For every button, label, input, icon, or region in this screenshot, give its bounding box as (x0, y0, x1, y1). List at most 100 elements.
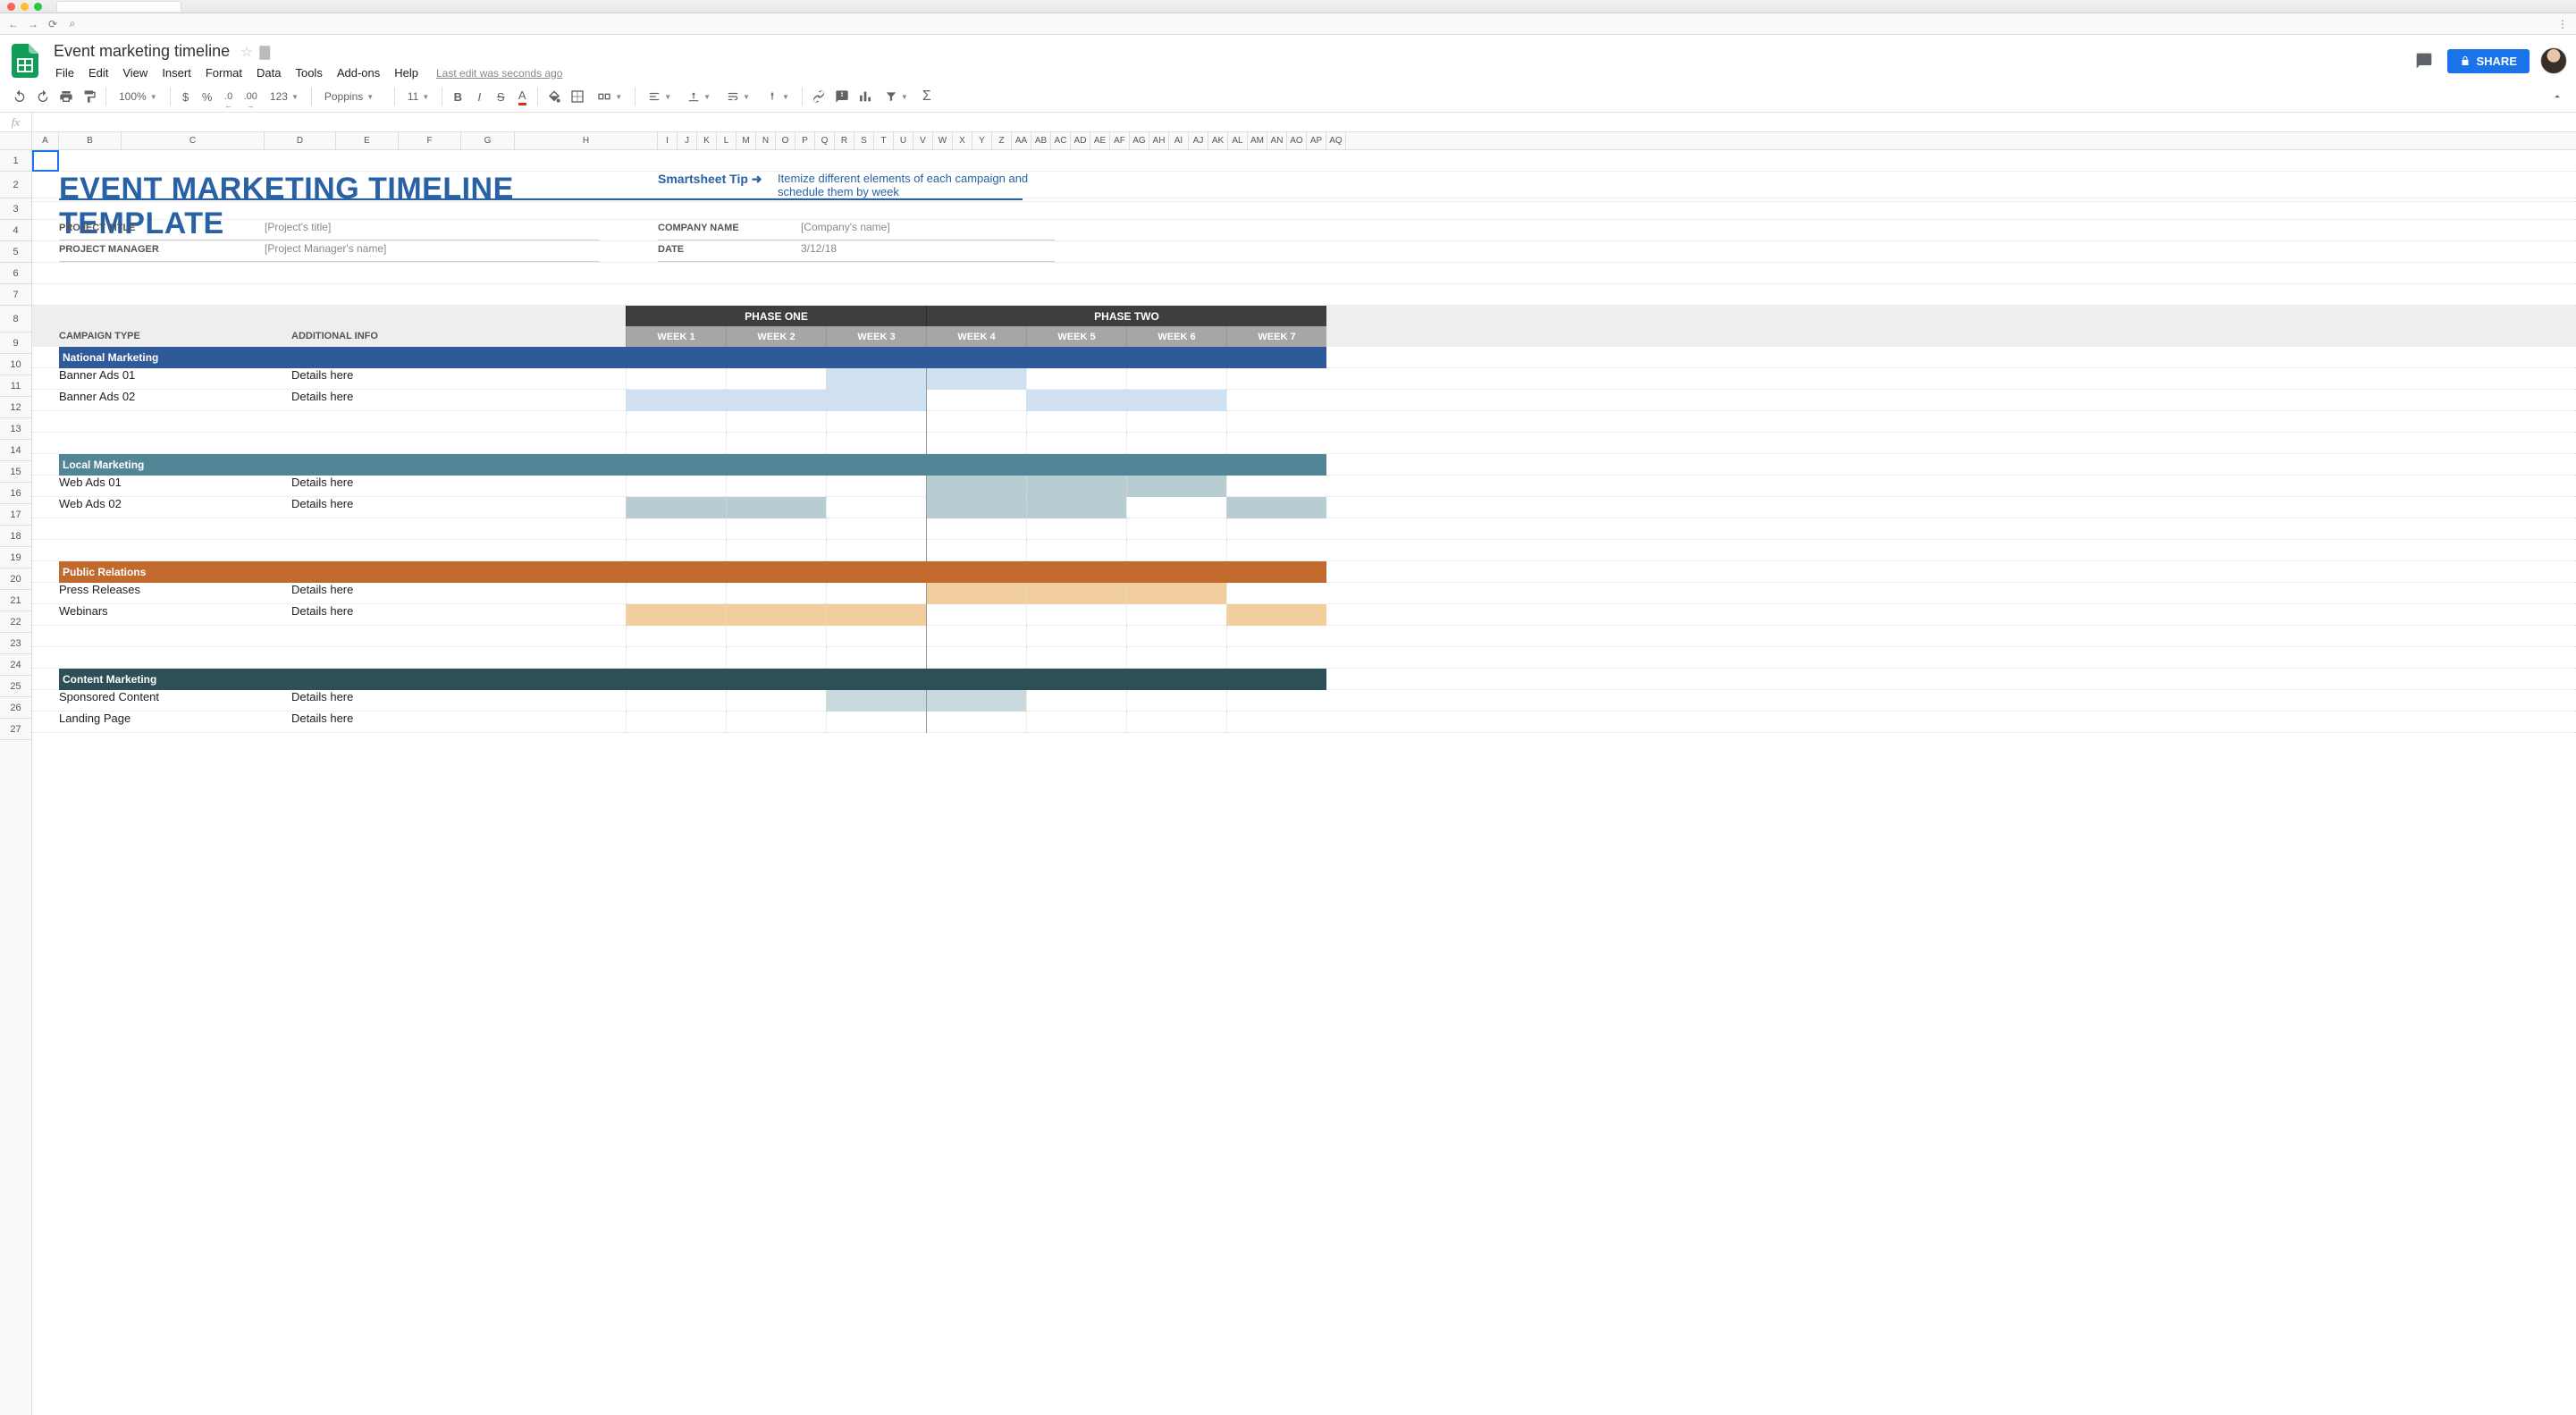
formula-input[interactable] (32, 113, 2576, 131)
window-zoom-icon[interactable] (34, 3, 42, 11)
column-header-V[interactable]: V (913, 132, 933, 149)
italic-icon[interactable]: I (469, 85, 489, 108)
paint-format-icon[interactable] (79, 85, 100, 108)
column-header-AK[interactable]: AK (1208, 132, 1228, 149)
column-header-AB[interactable]: AB (1031, 132, 1051, 149)
column-header-AH[interactable]: AH (1149, 132, 1169, 149)
column-header-N[interactable]: N (756, 132, 776, 149)
decrease-decimal-icon[interactable]: .0← (219, 85, 239, 108)
font-dropdown[interactable]: Poppins▼ (317, 85, 389, 108)
last-edit-link[interactable]: Last edit was seconds ago (436, 67, 562, 80)
row-header-21[interactable]: 21 (0, 590, 31, 611)
row-header-17[interactable]: 17 (0, 504, 31, 526)
row-header-9[interactable]: 9 (0, 333, 31, 354)
insert-link-icon[interactable] (808, 85, 829, 108)
window-close-icon[interactable] (7, 3, 15, 11)
menu-tools[interactable]: Tools (290, 64, 327, 81)
increase-decimal-icon[interactable]: .00→ (240, 85, 261, 108)
row-header-23[interactable]: 23 (0, 633, 31, 654)
column-header-E[interactable]: E (336, 132, 399, 149)
browser-tab[interactable] (56, 1, 181, 12)
column-header-C[interactable]: C (122, 132, 265, 149)
column-header-AF[interactable]: AF (1110, 132, 1130, 149)
column-header-F[interactable]: F (399, 132, 461, 149)
column-header-AM[interactable]: AM (1248, 132, 1267, 149)
bold-icon[interactable]: B (448, 85, 467, 108)
avatar[interactable] (2540, 47, 2567, 74)
sheet-body[interactable]: EVENT MARKETING TIMELINE TEMPLATESmartsh… (32, 150, 2576, 1415)
column-header-T[interactable]: T (874, 132, 894, 149)
document-title[interactable]: Event marketing timeline (50, 40, 233, 63)
row-header-10[interactable]: 10 (0, 354, 31, 375)
menu-file[interactable]: File (50, 64, 80, 81)
insert-chart-icon[interactable] (854, 85, 876, 108)
comments-icon[interactable] (2412, 48, 2437, 73)
browser-menu-icon[interactable]: ⋮ (2556, 18, 2569, 30)
column-header-X[interactable]: X (953, 132, 972, 149)
row-header-19[interactable]: 19 (0, 547, 31, 569)
folder-icon[interactable]: ▇ (260, 44, 271, 60)
column-header-AN[interactable]: AN (1267, 132, 1287, 149)
column-header-W[interactable]: W (933, 132, 953, 149)
column-header-AP[interactable]: AP (1307, 132, 1326, 149)
column-header-I[interactable]: I (658, 132, 678, 149)
row-header-12[interactable]: 12 (0, 397, 31, 418)
horizontal-align-icon[interactable]: ▼ (641, 85, 678, 108)
column-header-AC[interactable]: AC (1051, 132, 1071, 149)
row-header-8[interactable]: 8 (0, 306, 31, 333)
row-header-5[interactable]: 5 (0, 241, 31, 263)
number-format-dropdown[interactable]: 123▼ (263, 85, 306, 108)
currency-icon[interactable]: $ (176, 85, 196, 108)
column-header-Z[interactable]: Z (992, 132, 1012, 149)
row-header-20[interactable]: 20 (0, 569, 31, 590)
zoom-dropdown[interactable]: 100%▼ (112, 85, 164, 108)
column-header-Y[interactable]: Y (972, 132, 992, 149)
row-header-24[interactable]: 24 (0, 654, 31, 676)
column-header-O[interactable]: O (776, 132, 796, 149)
text-rotation-icon[interactable]: ▼ (759, 85, 796, 108)
borders-icon[interactable] (567, 85, 588, 108)
menu-edit[interactable]: Edit (83, 64, 114, 81)
vertical-align-icon[interactable]: ▼ (680, 85, 718, 108)
column-header-AQ[interactable]: AQ (1326, 132, 1346, 149)
row-header-16[interactable]: 16 (0, 483, 31, 504)
column-header-K[interactable]: K (697, 132, 717, 149)
column-header-J[interactable]: J (678, 132, 697, 149)
menu-format[interactable]: Format (200, 64, 248, 81)
row-header-1[interactable]: 1 (0, 150, 31, 172)
percent-icon[interactable]: % (198, 85, 217, 108)
column-header-H[interactable]: H (515, 132, 658, 149)
column-header-M[interactable]: M (737, 132, 756, 149)
menu-view[interactable]: View (117, 64, 153, 81)
column-header-AD[interactable]: AD (1071, 132, 1090, 149)
column-header-AJ[interactable]: AJ (1189, 132, 1208, 149)
row-header-18[interactable]: 18 (0, 526, 31, 547)
column-header-G[interactable]: G (461, 132, 515, 149)
print-icon[interactable] (55, 85, 77, 108)
collapse-toolbar-icon[interactable] (2547, 85, 2567, 108)
select-all-corner[interactable] (0, 132, 32, 150)
column-header-U[interactable]: U (894, 132, 913, 149)
row-header-15[interactable]: 15 (0, 461, 31, 483)
strikethrough-icon[interactable]: S (491, 85, 510, 108)
row-header-2[interactable]: 2 (0, 172, 31, 198)
row-header-25[interactable]: 25 (0, 676, 31, 697)
column-header-AE[interactable]: AE (1090, 132, 1110, 149)
share-button[interactable]: SHARE (2447, 49, 2530, 73)
fill-color-icon[interactable] (543, 85, 565, 108)
row-header-3[interactable]: 3 (0, 198, 31, 220)
text-wrap-icon[interactable]: ▼ (720, 85, 757, 108)
menu-insert[interactable]: Insert (156, 64, 197, 81)
tip-link[interactable]: Smartsheet Tip ➜ (658, 172, 762, 186)
menu-help[interactable]: Help (389, 64, 424, 81)
reload-icon[interactable]: ⟳ (46, 18, 59, 30)
column-header-R[interactable]: R (835, 132, 854, 149)
functions-icon[interactable]: Σ (917, 85, 937, 108)
sheets-logo-icon[interactable] (9, 45, 41, 77)
window-minimize-icon[interactable] (21, 3, 29, 11)
column-header-AI[interactable]: AI (1169, 132, 1189, 149)
row-header-26[interactable]: 26 (0, 697, 31, 719)
column-header-L[interactable]: L (717, 132, 737, 149)
column-header-D[interactable]: D (265, 132, 336, 149)
column-header-AL[interactable]: AL (1228, 132, 1248, 149)
